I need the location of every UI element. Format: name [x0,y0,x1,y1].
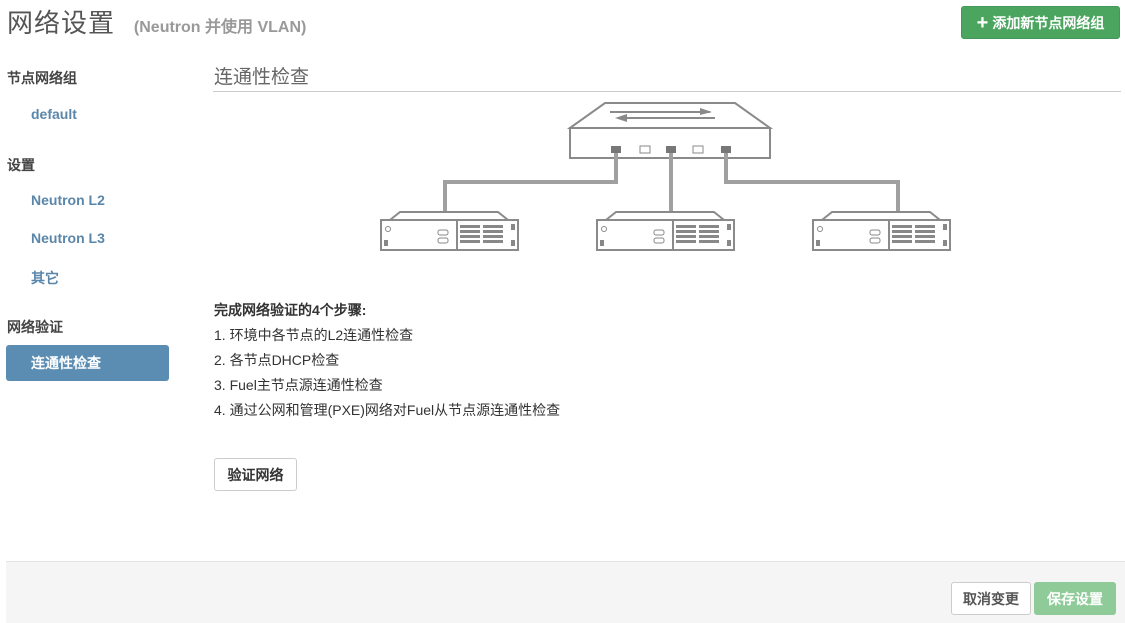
section-divider [213,91,1121,92]
server-icon [812,211,951,251]
save-settings-button[interactable]: 保存设置 [1034,582,1116,615]
verify-network-button[interactable]: 验证网络 [214,458,297,491]
steps-title: 完成网络验证的4个步骤: [214,302,367,318]
sidebar-item-default[interactable]: default [31,106,77,122]
add-node-network-group-label: 添加新节点网络组 [992,14,1105,31]
step-item: 1. 环境中各节点的L2连通性检查 [214,327,414,343]
network-switch-diagram [380,102,951,251]
sidebar-item-neutron-l2[interactable]: Neutron L2 [31,192,105,208]
sidebar-item-other[interactable]: 其它 [31,268,59,288]
step-item: 4. 通过公网和管理(PXE)网络对Fuel从节点源连通性检查 [214,402,561,418]
page-title: 网络设置 (Neutron 并使用 VLAN) [7,3,306,40]
step-item: 2. 各节点DHCP检查 [214,352,340,368]
step-item: 3. Fuel主节点源连通性检查 [214,377,383,393]
server-icon [596,211,735,251]
plus-icon: + [976,11,989,34]
server-icon [380,211,519,251]
network-cables [443,153,900,213]
page-subtitle: (Neutron 并使用 VLAN) [133,19,307,36]
sidebar-item-connectivity-check[interactable]: 连通性检查 [6,345,169,381]
section-title: 连通性检查 [214,67,310,88]
cancel-changes-button[interactable]: 取消变更 [951,582,1031,615]
sidebar-heading-network-verification: 网络验证 [7,319,63,335]
sidebar-heading-node-network-groups: 节点网络组 [7,70,77,86]
page-title-main: 网络设置 [7,8,116,38]
add-node-network-group-button[interactable]: + 添加新节点网络组 [961,6,1120,39]
sidebar-item-neutron-l3[interactable]: Neutron L3 [31,230,105,246]
sidebar-heading-settings: 设置 [7,157,35,173]
